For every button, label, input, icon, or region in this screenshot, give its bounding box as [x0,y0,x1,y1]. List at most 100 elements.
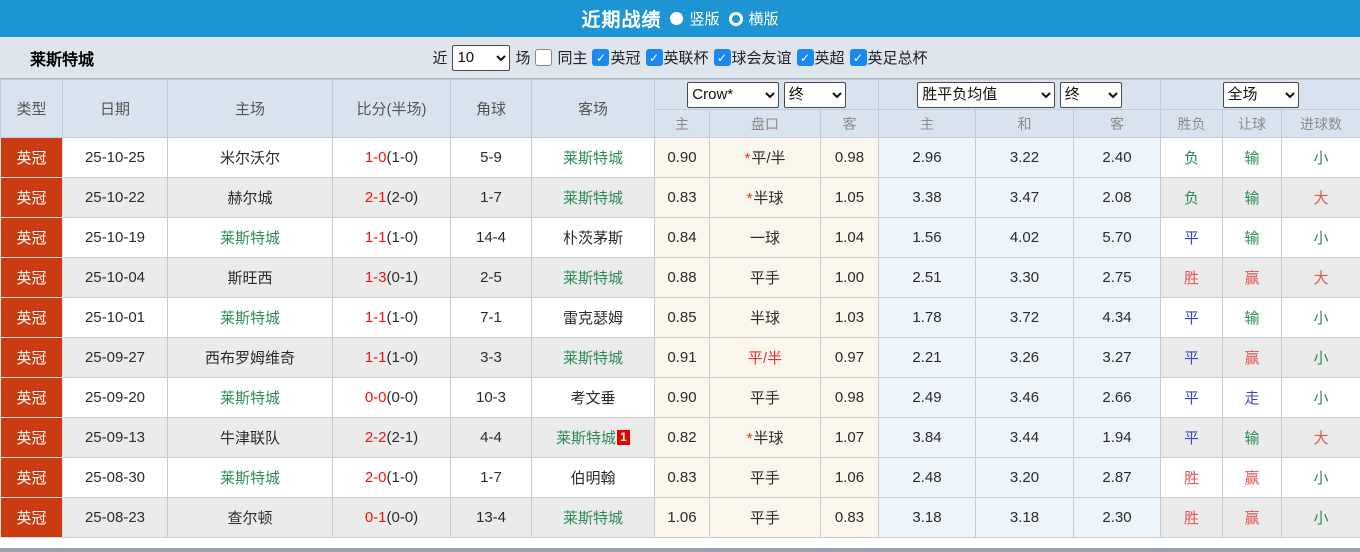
away-team-cell: 莱斯特城 [531,257,655,298]
avg-lose-cell: 2.66 [1073,377,1162,418]
handicap-text: 半球 [749,310,780,327]
date-cell: 25-09-13 [62,417,168,458]
odds-home-cell: 0.88 [654,257,710,298]
odds-time-select[interactable]: 终 [783,81,846,108]
avg-lose-cell: 5.70 [1073,217,1162,258]
avg-win-cell: 3.18 [878,497,977,538]
competition-filter-fa-cup[interactable]: ✓ 英足总杯 [849,47,928,68]
away-team-name[interactable]: 莱斯特城 [563,270,623,287]
same-home-checkbox[interactable] [535,49,553,66]
away-team-name[interactable]: 朴茨茅斯 [563,230,623,247]
avg-lose-cell: 4.34 [1073,297,1162,338]
home-team-name[interactable]: 米尔沃尔 [220,150,280,167]
checkbox-checked-icon[interactable]: ✓ [592,49,610,66]
corners-cell: 7-1 [450,297,532,338]
home-team-name[interactable]: 赫尔城 [227,190,272,207]
result-outcome-cell: 平 [1160,297,1224,338]
handicap-text: 平/半 [747,350,783,367]
layout-option-vertical-label: 竖版 [689,11,720,28]
competition-filter-club-friendly[interactable]: ✓ 球会友谊 [713,47,792,68]
league-cell: 英冠 [0,497,63,538]
title-bar: 近期战绩 竖版 横版 [0,0,1360,37]
result-scope-select[interactable]: 全场 [1222,81,1299,108]
competition-filter-championship[interactable]: ✓ 英冠 [592,47,641,68]
checkbox-checked-icon[interactable]: ✓ [849,49,867,66]
home-team-name[interactable]: 莱斯特城 [220,390,280,407]
corners-cell: 1-7 [450,177,532,218]
away-team-cell: 莱斯特城 [531,137,655,178]
score-cell: 2-1(2-0) [332,177,451,218]
avg-win-cell: 2.49 [878,377,977,418]
odds-home-cell: 0.84 [654,217,710,258]
away-team-name[interactable]: 莱斯特城 [563,190,623,207]
home-team-name[interactable]: 莱斯特城 [220,310,280,327]
away-team-name[interactable]: 莱斯特城 [556,430,616,447]
table-row: 英冠 25-08-23 查尔顿 0-1(0-0) 13-4 莱斯特城 1.06 平手 0.83 3… [0,497,1360,538]
home-team-name[interactable]: 西布罗姆维奇 [205,350,295,367]
home-team-cell: 牛津联队 [167,417,333,458]
odds-away-cell: 1.06 [819,457,880,498]
col-header-away: 客场 [531,79,655,138]
layout-option-vertical[interactable]: 竖版 [670,8,720,29]
table-row: 英冠 25-10-22 赫尔城 2-1(2-0) 1-7 莱斯特城 0.83 *半球 1.05 3… [0,177,1360,218]
result-outcome-cell: 平 [1160,217,1224,258]
star-icon: * [746,190,753,207]
result-outcome-cell: 胜 [1160,257,1224,298]
star-icon: * [744,150,751,167]
result-outcome-cell: 负 [1160,177,1224,218]
competition-filter-premier-league[interactable]: ✓ 英超 [796,47,845,68]
avg-lose-cell: 2.30 [1073,497,1162,538]
odds-provider-select[interactable]: Crow* [687,81,780,108]
col-header-score: 比分(半场) [332,79,451,138]
half-time-score: (0-1) [386,269,419,286]
recent-count-select[interactable]: 10 [452,44,511,71]
avg-lose-cell: 3.27 [1073,337,1162,378]
result-goals-cell: 小 [1281,497,1360,538]
avg-type-select[interactable]: 胜平负均值 [917,81,1056,108]
odds-home-cell: 0.91 [654,337,710,378]
date-cell: 25-10-25 [62,137,168,178]
avg-win-cell: 2.51 [878,257,977,298]
half-time-score: (0-0) [386,509,419,526]
layout-option-horizontal-label: 横版 [748,11,779,28]
away-team-name[interactable]: 莱斯特城 [563,150,623,167]
checkbox-checked-icon[interactable]: ✓ [796,49,814,66]
odds-away-cell: 0.98 [819,137,880,178]
league-cell: 英冠 [0,417,63,458]
page-title: 近期战绩 [581,10,662,31]
away-team-name[interactable]: 雷克瑟姆 [563,310,623,327]
table-row: 英冠 25-09-27 西布罗姆维奇 1-1(1-0) 3-3 莱斯特城 0.91 平/半 0.… [0,337,1360,378]
competition-filter-league-cup[interactable]: ✓ 英联杯 [645,47,709,68]
half-time-score: (1-0) [386,349,419,366]
home-team-name[interactable]: 莱斯特城 [220,470,280,487]
subcol-result-goals: 进球数 [1281,109,1360,138]
competition-label: 英联杯 [663,50,709,67]
col-header-corners: 角球 [450,79,532,138]
home-team-name[interactable]: 莱斯特城 [220,230,280,247]
away-team-name[interactable]: 考文垂 [570,390,615,407]
checkbox-checked-icon[interactable]: ✓ [713,49,731,66]
corners-cell: 1-7 [450,457,532,498]
home-team-name[interactable]: 查尔顿 [227,510,272,527]
home-team-cell: 莱斯特城 [167,377,333,418]
home-team-cell: 莱斯特城 [167,217,333,258]
away-team-cell: 考文垂 [531,377,655,418]
away-team-name[interactable]: 莱斯特城 [563,510,623,527]
away-team-name[interactable]: 伯明翰 [570,470,615,487]
odds-handicap-cell: 一球 [709,217,821,258]
odds-home-cell: 0.90 [654,137,710,178]
result-outcome-cell: 负 [1160,137,1224,178]
home-team-name[interactable]: 斯旺西 [227,270,272,287]
result-handicap-cell: 输 [1222,177,1283,218]
table-row: 英冠 25-08-30 莱斯特城 2-0(1-0) 1-7 伯明翰 0.83 平手 1.06 2.… [0,457,1360,498]
layout-option-horizontal[interactable]: 横版 [728,8,779,29]
result-handicap-cell: 赢 [1222,337,1283,378]
away-team-name[interactable]: 莱斯特城 [563,350,623,367]
home-team-name[interactable]: 牛津联队 [220,430,280,447]
half-time-score: (0-0) [386,389,419,406]
avg-time-select[interactable]: 终 [1059,81,1122,108]
avg-draw-cell: 3.44 [975,417,1075,458]
checkbox-checked-icon[interactable]: ✓ [645,49,663,66]
result-handicap-cell: 赢 [1222,457,1283,498]
odds-away-cell: 1.05 [819,177,880,218]
